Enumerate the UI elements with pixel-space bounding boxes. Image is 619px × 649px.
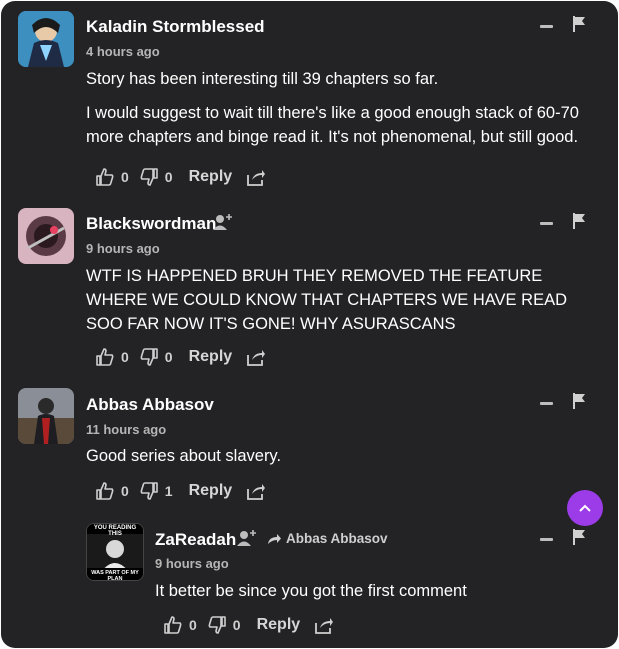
- reply-arrow-icon: [268, 533, 281, 544]
- comment-actions: 0 1 Reply: [95, 479, 266, 503]
- thumbs-up-icon[interactable]: [95, 347, 115, 367]
- thumbs-down-icon[interactable]: [139, 481, 159, 501]
- like-count: 0: [121, 169, 129, 185]
- comment-actions: 0 0 Reply: [163, 613, 334, 637]
- scroll-to-top-button[interactable]: [567, 490, 603, 526]
- reply-button[interactable]: Reply: [257, 616, 301, 634]
- author-name[interactable]: Kaladin Stormblessed: [86, 17, 265, 37]
- author-name[interactable]: Blackswordman: [86, 214, 216, 234]
- dislike-count: 1: [164, 483, 173, 499]
- thumbs-down-icon[interactable]: [139, 347, 159, 367]
- like-count: 0: [121, 483, 129, 499]
- comments-panel: Kaladin Stormblessed 4 hours ago Story h…: [1, 1, 618, 648]
- timestamp[interactable]: 9 hours ago: [86, 241, 160, 256]
- author-name[interactable]: ZaReadah: [155, 530, 236, 550]
- comment-item: Blackswordman 9 hours ago WTF IS HAPPENE…: [1, 196, 618, 376]
- flag-icon[interactable]: [572, 213, 586, 229]
- like-count: 0: [189, 617, 197, 633]
- comment-paragraph: It better be since you got the first com…: [155, 582, 467, 600]
- reply-button[interactable]: Reply: [189, 482, 233, 500]
- add-friend-icon[interactable]: [212, 213, 234, 231]
- timestamp[interactable]: 4 hours ago: [86, 44, 160, 59]
- collapse-icon[interactable]: [540, 538, 553, 541]
- thumbs-down-icon[interactable]: [139, 167, 159, 187]
- dislike-count: 0: [164, 169, 173, 185]
- dislike-count: 0: [164, 349, 173, 365]
- reply-to-link[interactable]: Abbas Abbasov: [267, 531, 388, 546]
- comment-text: Story has been interesting till 39 chapt…: [86, 67, 596, 159]
- comment-text: WTF IS HAPPENED BRUH THEY REMOVED THE FE…: [86, 264, 606, 346]
- comment-paragraph: WTF IS HAPPENED BRUH THEY REMOVED THE FE…: [86, 267, 567, 333]
- comment-paragraph: I would suggest to wait till there's lik…: [86, 104, 579, 146]
- reply-button[interactable]: Reply: [189, 348, 233, 366]
- comment-text: Good series about slavery.: [86, 444, 596, 478]
- share-icon[interactable]: [246, 347, 266, 367]
- comment-item: Kaladin Stormblessed 4 hours ago Story h…: [1, 1, 618, 196]
- flag-icon[interactable]: [572, 16, 586, 32]
- collapse-icon[interactable]: [540, 222, 553, 225]
- comment-item: Abbas Abbasov 11 hours ago Good series a…: [1, 376, 618, 516]
- thumbs-down-icon[interactable]: [207, 615, 227, 635]
- author-name[interactable]: Abbas Abbasov: [86, 395, 214, 415]
- comment-paragraph: Story has been interesting till 39 chapt…: [86, 70, 439, 88]
- share-icon[interactable]: [246, 481, 266, 501]
- reply-comment-item: YOU READING THIS WAS PART OF MY PLAN ZaR…: [1, 516, 618, 648]
- thumbs-up-icon[interactable]: [163, 615, 183, 635]
- add-friend-icon[interactable]: [236, 529, 258, 547]
- comment-actions: 0 0 Reply: [95, 345, 266, 369]
- dislike-count: 0: [232, 617, 241, 633]
- comment-actions: 0 0 Reply: [95, 165, 266, 189]
- share-icon[interactable]: [246, 167, 266, 187]
- collapse-icon[interactable]: [540, 25, 553, 28]
- timestamp[interactable]: 9 hours ago: [155, 556, 229, 571]
- share-icon[interactable]: [314, 615, 334, 635]
- thumbs-up-icon[interactable]: [95, 167, 115, 187]
- avatar-caption: WAS PART OF MY PLAN: [91, 570, 139, 581]
- reply-to-name[interactable]: Abbas Abbasov: [286, 531, 388, 546]
- flag-icon[interactable]: [572, 529, 586, 545]
- avatar[interactable]: YOU READING THIS WAS PART OF MY PLAN: [86, 523, 144, 581]
- timestamp[interactable]: 11 hours ago: [86, 422, 166, 437]
- comment-paragraph: Good series about slavery.: [86, 447, 282, 465]
- avatar[interactable]: [18, 11, 74, 67]
- avatar[interactable]: [18, 388, 74, 444]
- collapse-icon[interactable]: [540, 402, 553, 405]
- chevron-up-icon: [579, 504, 591, 512]
- avatar-caption: YOU READING THIS: [93, 525, 137, 537]
- reply-button[interactable]: Reply: [189, 168, 233, 186]
- avatar[interactable]: [18, 208, 74, 264]
- comment-text: It better be since you got the first com…: [155, 579, 595, 613]
- like-count: 0: [121, 349, 129, 365]
- flag-icon[interactable]: [572, 393, 586, 409]
- thumbs-up-icon[interactable]: [95, 481, 115, 501]
